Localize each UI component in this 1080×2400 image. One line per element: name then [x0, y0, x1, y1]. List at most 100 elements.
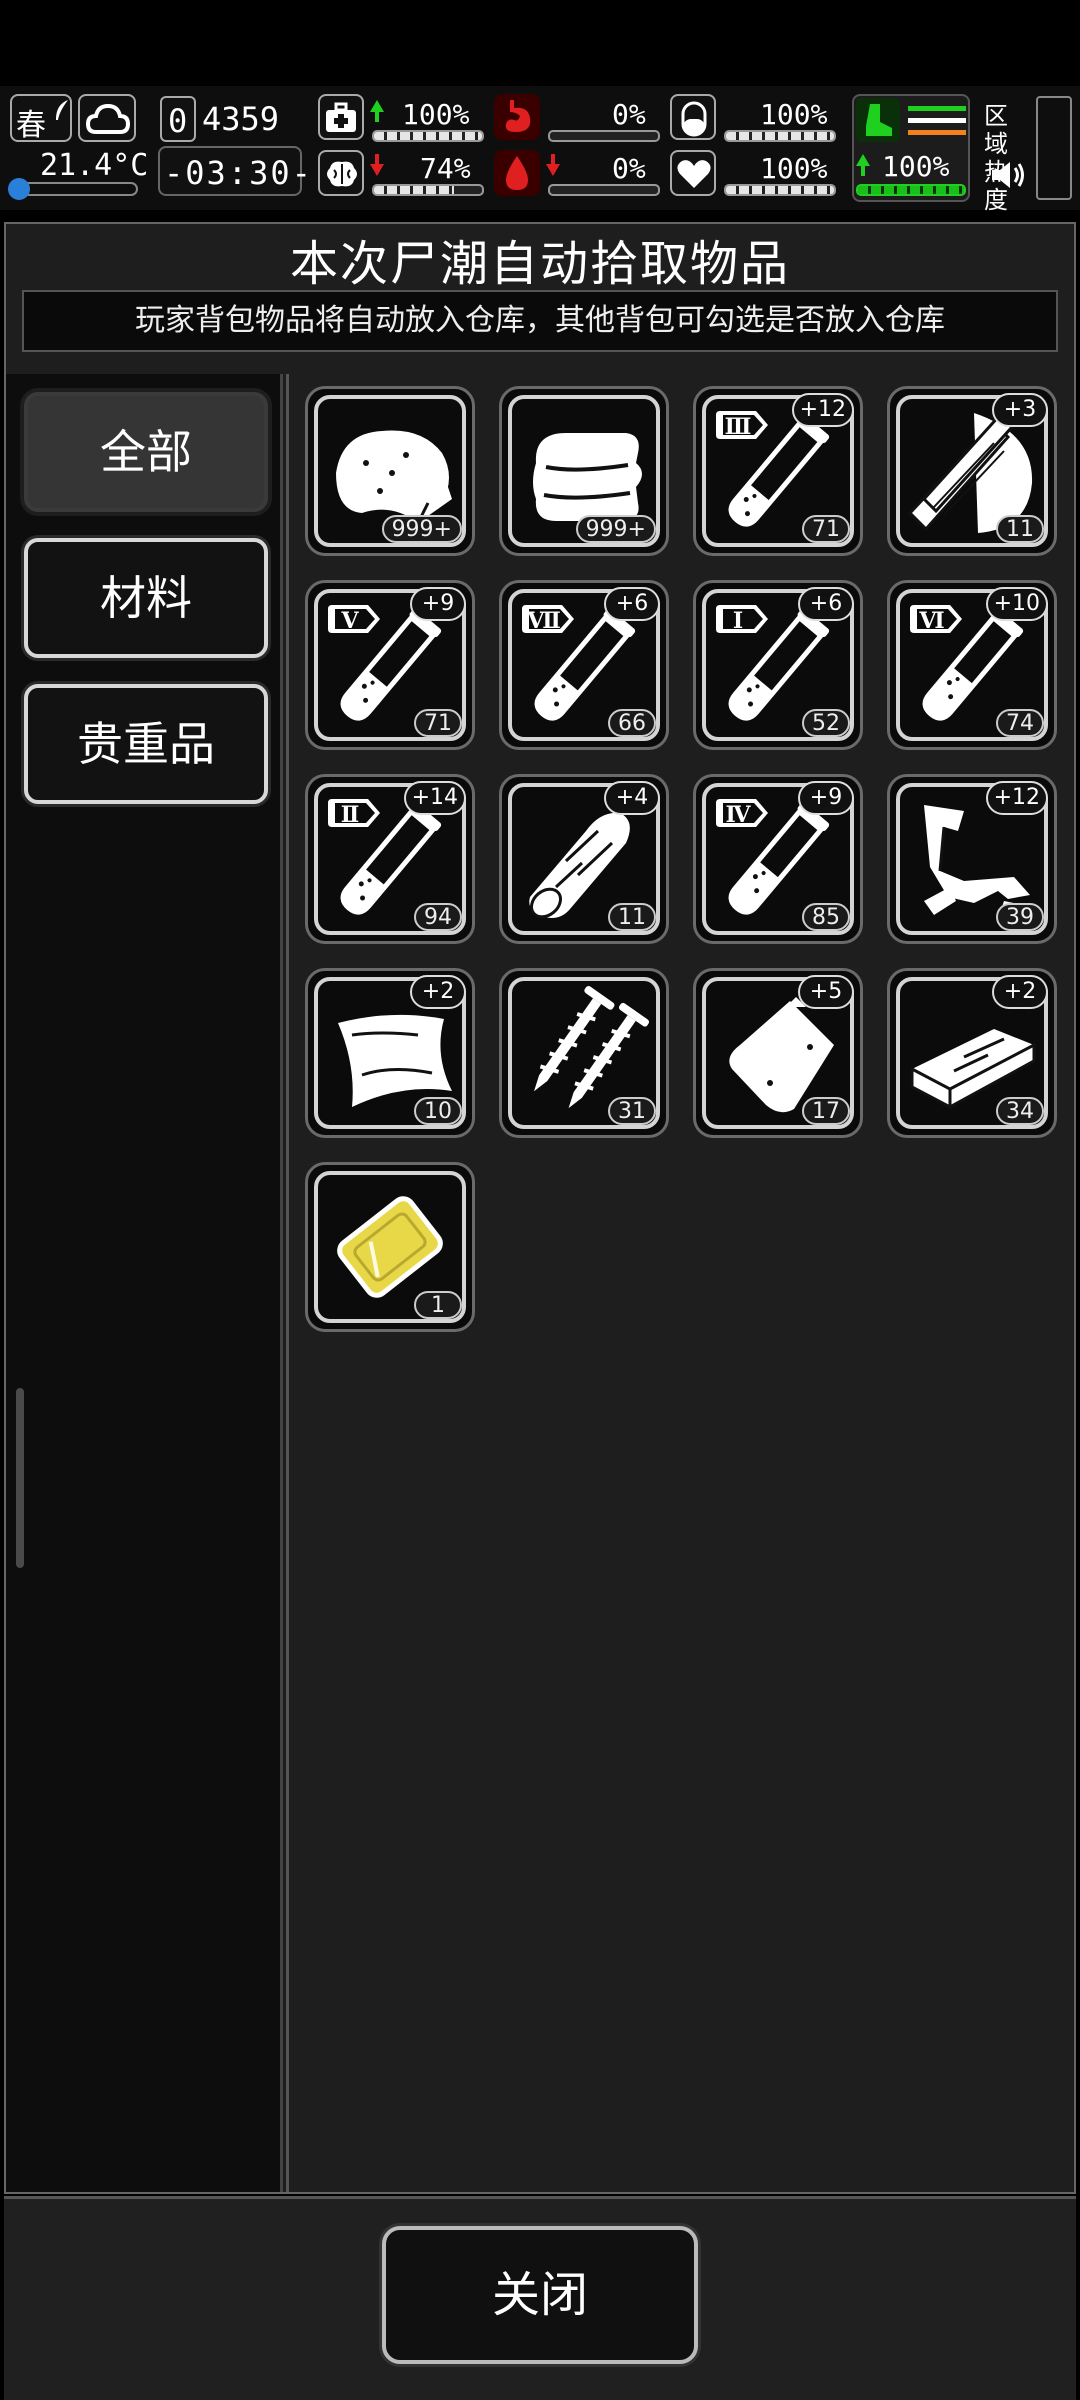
item-bonus-badge: +9	[410, 587, 466, 621]
item-bonus-badge: +2	[410, 975, 466, 1009]
brain-box	[318, 150, 364, 196]
item-bonus-badge: +14	[403, 781, 466, 815]
item-slot[interactable]: +3 11	[887, 386, 1057, 556]
stomach-box	[494, 94, 540, 140]
counter-digit-box: 0	[160, 96, 196, 142]
item-slot[interactable]: 1	[305, 1162, 475, 1332]
item-count-badge: 71	[414, 709, 462, 737]
item-count-badge: 1	[414, 1291, 462, 1319]
item-grid: 999+ 999+ Ⅲ +12 71 +3 11 Ⅴ +9 71 Ⅶ +6 66	[286, 374, 1074, 2192]
item-slot[interactable]: +12 39	[887, 774, 1057, 944]
hunger-bar	[548, 130, 660, 142]
item-slot[interactable]: +2 10	[305, 968, 475, 1138]
item-bonus-badge: +9	[798, 781, 854, 815]
item-slot[interactable]: Ⅰ +6 52	[693, 580, 863, 750]
category-tab-valuables[interactable]: 贵重品	[24, 684, 268, 804]
blood-bar	[548, 184, 660, 196]
brain-icon	[327, 161, 357, 187]
svg-text:Ⅱ: Ⅱ	[341, 802, 360, 828]
heart-bar	[724, 184, 836, 196]
stamina-value: 100%	[882, 150, 950, 183]
category-tab-all[interactable]: 全部	[24, 392, 268, 512]
item-bonus-badge: +5	[798, 975, 854, 1009]
boot-icon	[866, 104, 892, 136]
blood-box	[494, 150, 540, 196]
item-count-badge: 999+	[575, 515, 656, 543]
medkit-box	[318, 94, 364, 140]
blood-drop-icon	[506, 156, 528, 190]
heart-value: 100%	[760, 152, 828, 185]
item-slot[interactable]: Ⅲ +12 71	[693, 386, 863, 556]
stamina-line-white	[908, 118, 966, 123]
season-label: 春	[16, 108, 46, 143]
pill-box	[670, 94, 716, 140]
page-title: 本次尸潮自动拾取物品	[289, 236, 790, 292]
medkit-icon	[326, 102, 356, 132]
status-hud: 春 21.4°C 0 4359 -03:30- 100% 0% 100% 74%…	[0, 86, 1080, 214]
clock-box: -03:30-	[158, 146, 311, 196]
item-slot[interactable]: 999+	[305, 386, 475, 556]
item-count-badge: 34	[996, 1097, 1044, 1125]
item-count-badge: 31	[608, 1097, 656, 1125]
item-bonus-badge: +10	[985, 587, 1048, 621]
close-button-label: 关闭	[491, 2267, 588, 2323]
category-tab-materials[interactable]: 材料	[24, 538, 268, 658]
item-count-badge: 11	[996, 515, 1044, 543]
region-heat-meter	[1036, 96, 1072, 200]
pill-bar	[724, 130, 836, 142]
svg-text:Ⅶ: Ⅶ	[526, 608, 561, 634]
heart-icon	[677, 160, 711, 188]
item-bonus-badge: +4	[604, 781, 660, 815]
category-tab-label: 贵重品	[77, 717, 215, 771]
item-bonus-badge: +3	[992, 393, 1048, 427]
category-tab-label: 全部	[100, 425, 192, 479]
blood-value: 0%	[612, 152, 646, 185]
item-slot[interactable]: Ⅶ +6 66	[499, 580, 669, 750]
thermometer-icon	[8, 178, 30, 200]
close-button[interactable]: 关闭	[382, 2226, 698, 2364]
svg-text:Ⅲ: Ⅲ	[725, 414, 752, 440]
boot-box	[856, 98, 900, 142]
temperature-readout: 21.4°C	[40, 148, 149, 183]
svg-text:Ⅵ: Ⅵ	[918, 608, 944, 634]
heart-box	[670, 150, 716, 196]
pill-icon	[681, 101, 707, 137]
item-slot[interactable]: Ⅴ +9 71	[305, 580, 475, 750]
item-slot[interactable]: +4 11	[499, 774, 669, 944]
item-bonus-badge: +2	[992, 975, 1048, 1009]
item-slot[interactable]: Ⅵ +10 74	[887, 580, 1057, 750]
category-sidebar: 全部 材料 贵重品	[6, 374, 283, 2192]
item-slot[interactable]: 31	[499, 968, 669, 1138]
item-count-badge: 10	[414, 1097, 462, 1125]
weather-box	[78, 94, 136, 142]
season-box: 春	[10, 94, 72, 143]
item-bonus-badge: +12	[791, 393, 854, 427]
item-count-badge: 11	[608, 903, 656, 931]
subtitle-box: 玩家背包物品将自动放入仓库，其他背包可勾选是否放入仓库	[22, 290, 1058, 352]
counter-digit: 0	[168, 102, 188, 140]
item-slot[interactable]: +2 34	[887, 968, 1057, 1138]
item-slot[interactable]: Ⅱ +14 94	[305, 774, 475, 944]
category-tab-label: 材料	[100, 571, 192, 625]
item-count-badge: 71	[802, 515, 850, 543]
svg-text:Ⅳ: Ⅳ	[726, 802, 752, 828]
item-count-badge: 999+	[381, 515, 462, 543]
clock-readout: -03:30-	[164, 154, 313, 192]
sidebar-scrollbar[interactable]	[16, 1388, 24, 1568]
item-bonus-badge: +6	[798, 587, 854, 621]
svg-text:Ⅴ: Ⅴ	[340, 608, 359, 634]
item-count-badge: 85	[802, 903, 850, 931]
item-count-badge: 94	[414, 903, 462, 931]
cloud-icon	[86, 103, 130, 134]
subtitle-text: 玩家背包物品将自动放入仓库，其他背包可勾选是否放入仓库	[135, 303, 945, 338]
feather-icon	[56, 100, 68, 120]
item-count-badge: 52	[802, 709, 850, 737]
item-slot[interactable]: +5 17	[693, 968, 863, 1138]
speaker-icon[interactable]	[990, 158, 1028, 192]
item-count-badge: 39	[996, 903, 1044, 931]
stamina-line-green	[908, 106, 966, 111]
item-slot[interactable]: Ⅳ +9 85	[693, 774, 863, 944]
item-slot[interactable]: 999+	[499, 386, 669, 556]
stamina-bar	[856, 184, 966, 196]
stamina-line-orange	[908, 130, 966, 135]
